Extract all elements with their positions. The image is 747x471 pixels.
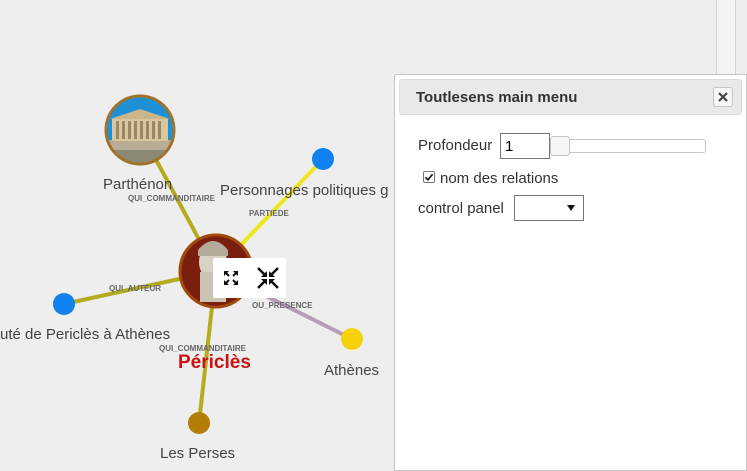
close-icon [718, 92, 728, 102]
check-icon [424, 173, 434, 182]
edge-label-presence: OU_PRESENCE [252, 301, 313, 310]
relation-names-label: nom des relations [440, 170, 559, 187]
label-personnages: Personnages politiques g [220, 182, 388, 199]
main-menu-dialog: Toutlesens main menu Profondeur nom des … [394, 74, 747, 471]
parthenon-node[interactable] [104, 94, 176, 166]
expand-icon[interactable] [218, 265, 244, 291]
close-button[interactable] [713, 87, 733, 107]
edge-label-commanditaire-top: QUI_COMMANDITAIRE [128, 194, 216, 203]
node-statue-pericles[interactable] [53, 293, 75, 315]
collapse-icon[interactable] [255, 265, 281, 291]
label-les-perses: Les Perses [160, 445, 235, 462]
node-athenes[interactable] [341, 328, 363, 350]
node-personnages-politiques[interactable] [312, 148, 334, 170]
chevron-down-icon [567, 205, 575, 211]
depth-slider-handle[interactable] [550, 136, 570, 156]
control-panel-select[interactable] [514, 195, 584, 221]
node-les-perses[interactable] [188, 412, 210, 434]
control-panel-label: control panel [418, 200, 504, 217]
label-statue: uté de Periclès à Athènes [0, 326, 170, 343]
depth-label: Profondeur [418, 137, 493, 154]
node-tools-popup [213, 258, 286, 298]
depth-slider-track[interactable] [546, 139, 706, 153]
depth-input[interactable] [500, 133, 550, 159]
dialog-titlebar[interactable]: Toutlesens main menu [399, 79, 742, 115]
vertical-scrollbar[interactable] [716, 0, 736, 80]
relation-names-checkbox[interactable] [423, 171, 435, 183]
dialog-title: Toutlesens main menu [416, 89, 578, 106]
label-pericles: Périclès [178, 352, 251, 373]
label-parthenon: Parthénon [103, 176, 172, 193]
label-athenes: Athènes [324, 362, 379, 379]
edge-label-partiede: PARTIEDE [249, 209, 290, 218]
edge-label-auteur: QUI_AUTEUR [109, 284, 161, 293]
